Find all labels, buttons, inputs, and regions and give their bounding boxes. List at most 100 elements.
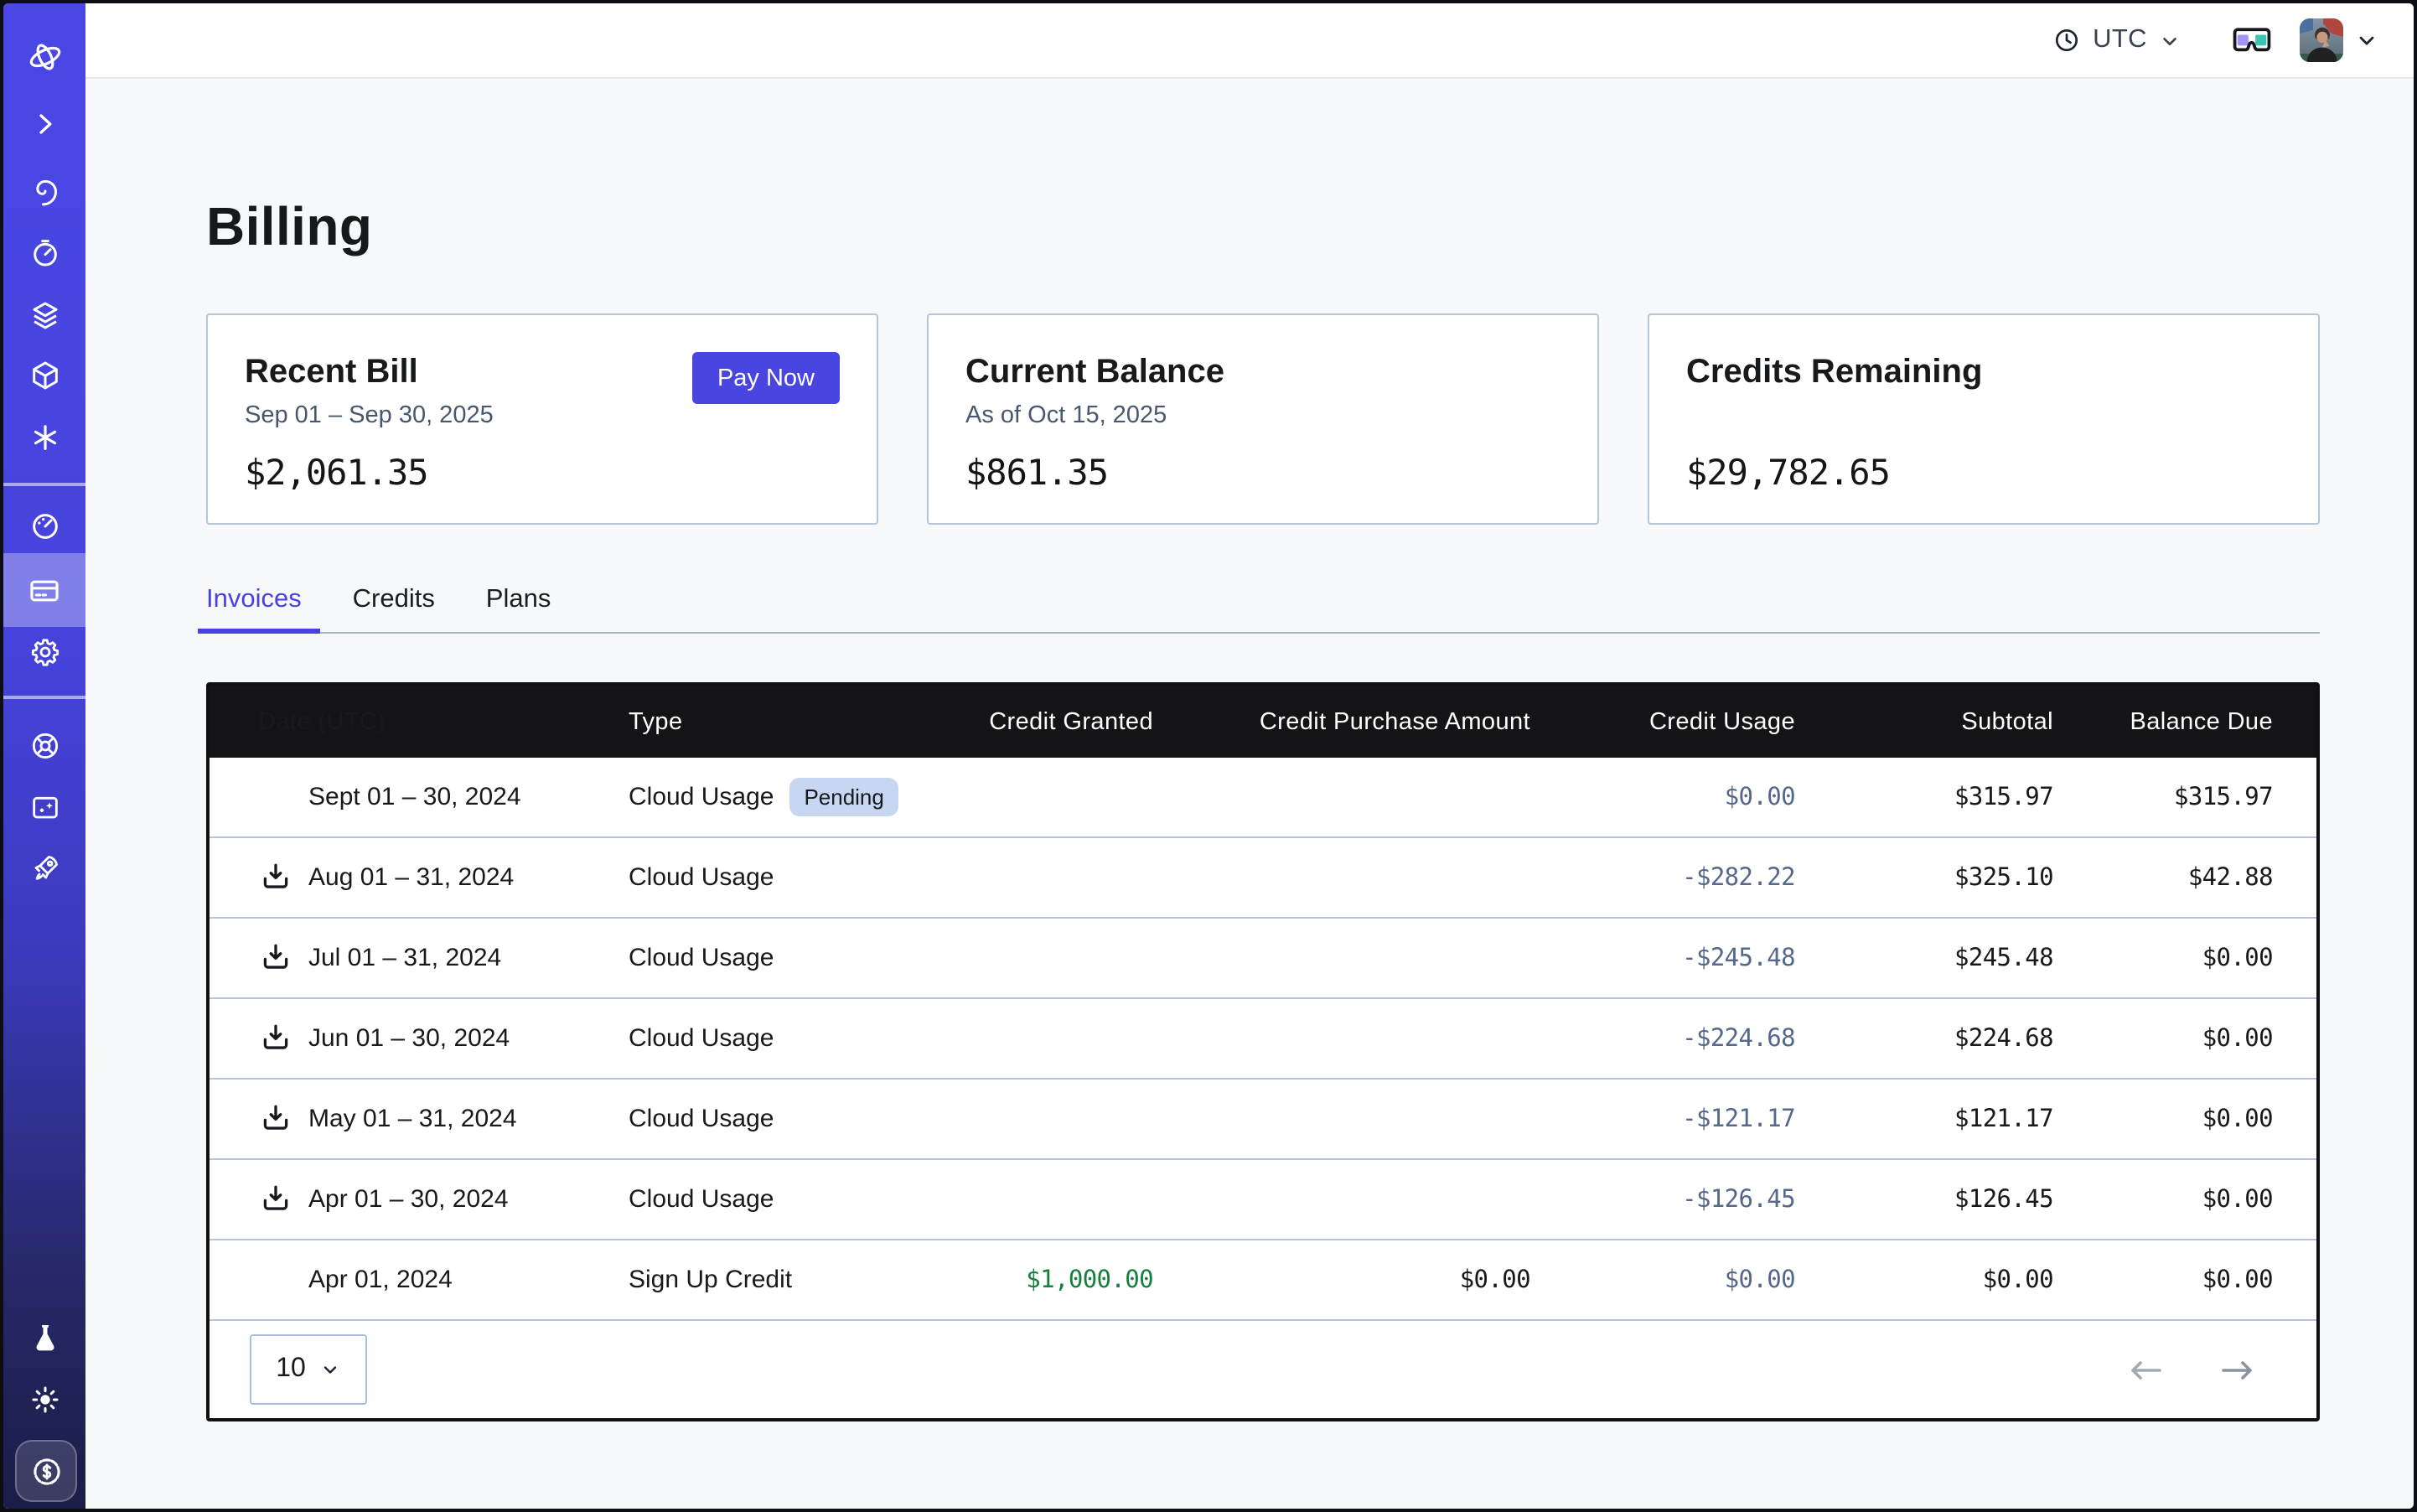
current-balance-card: Current Balance As of Oct 15, 2025 $861.… [927,313,1599,525]
invoice-type-label: Cloud Usage [629,1185,774,1214]
cell-credit-usage: $0.00 [1530,1266,1795,1293]
sidebar-item-docs[interactable] [3,779,85,836]
invoice-date-label: Jul 01 – 31, 2024 [308,944,501,972]
tab-invoices[interactable]: Invoices [206,585,302,634]
reader-mode-button[interactable] [2231,26,2273,54]
card-subtitle: As of Oct 15, 2025 [965,402,1560,434]
table-row: May 01 – 31, 2024 Cloud Usage -$121.17 $… [210,1080,2316,1160]
layers-icon [28,298,61,332]
download-icon [258,1021,293,1056]
download-invoice-button[interactable] [258,940,293,976]
download-invoice-button[interactable] [258,1021,293,1056]
account-menu-button[interactable] [2355,28,2378,52]
book-sparkles-icon [28,791,61,825]
arrow-right-icon [2219,1357,2256,1382]
page-size-value: 10 [276,1354,306,1385]
sidebar-item-timer[interactable] [3,225,85,282]
cell-subtotal: $126.45 [1795,1186,2053,1213]
sidebar-item-launch[interactable] [3,840,85,897]
cell-credit-usage: -$282.22 [1530,864,1795,891]
invoices-table: Date (UTC) Type Credit Granted Credit Pu… [206,682,2320,1421]
app-window: UTC [0,0,2417,1512]
cell-credit-granted: $1,000.00 [939,1266,1153,1293]
cell-balance-due: $315.97 [2053,784,2273,810]
cell-balance-due: $0.00 [2053,1186,2273,1213]
download-invoice-button[interactable] [258,1101,293,1137]
wheel-icon [28,729,61,763]
chevron-down-icon [2355,28,2378,52]
billing-tabs: Invoices Credits Plans [206,585,2320,634]
arrow-left-icon [2127,1357,2164,1382]
pay-now-button[interactable]: Pay Now [692,352,840,404]
column-header-date: Date (UTC) [210,708,629,735]
column-header-balance-due: Balance Due [2053,708,2273,735]
sidebar-item-layers[interactable] [3,287,85,344]
sidebar-item-usage[interactable] [3,498,85,555]
sidebar-item-cube[interactable] [3,347,85,404]
cell-credit-purchase: $0.00 [1153,1266,1530,1293]
card-subtitle: Sep 01 – Sep 30, 2025 [245,402,840,434]
invoice-date-label: Aug 01 – 31, 2024 [308,863,514,892]
spiral-icon [28,174,61,208]
sidebar-logo[interactable] [3,28,85,85]
sidebar-item-theme[interactable] [3,1371,85,1428]
sidebar-item-spiral[interactable] [3,163,85,220]
chevron-down-icon [321,1359,341,1380]
tab-credits[interactable]: Credits [353,585,435,634]
table-header-row: Date (UTC) Type Credit Granted Credit Pu… [210,686,2316,758]
asterisk-icon [28,421,61,454]
invoice-type-label: Cloud Usage [629,783,774,811]
sidebar-item-billing[interactable] [3,553,85,627]
credits-remaining-card: Credits Remaining $29,782.65 [1648,313,2320,525]
main-content: Billing Recent Bill Sep 01 – Sep 30, 202… [85,79,2414,1509]
card-subtitle [1686,402,2281,434]
cell-subtotal: $0.00 [1795,1266,2053,1293]
sidebar-item-asterisk[interactable] [3,409,85,466]
cell-subtotal: $315.97 [1795,784,2053,810]
credit-card-icon [27,572,62,608]
table-row: Sept 01 – 30, 2024 Cloud Usage Pending $… [210,758,2316,838]
avatar[interactable] [2300,18,2343,62]
cell-credit-usage: $0.00 [1530,784,1795,810]
recent-bill-amount: $2,061.35 [245,453,840,493]
download-icon [258,1182,293,1217]
column-header-credit-granted: Credit Granted [939,708,1153,735]
status-badge: Pending [789,778,898,816]
sidebar-item-credits[interactable] [15,1440,77,1502]
cell-balance-due: $0.00 [2053,945,2273,971]
download-icon [258,940,293,976]
card-title: Current Balance [965,350,1560,394]
cell-subtotal: $121.17 [1795,1106,2053,1132]
download-icon [258,860,293,895]
orbit-logo-icon [24,37,65,77]
cell-balance-due: $0.00 [2053,1025,2273,1052]
clock-icon [2051,25,2081,55]
column-header-credit-purchase: Credit Purchase Amount [1153,708,1530,735]
invoice-type-label: Sign Up Credit [629,1266,792,1294]
cell-credit-usage: -$224.68 [1530,1025,1795,1052]
next-page-button[interactable] [2219,1357,2256,1382]
sidebar-item-support[interactable] [3,717,85,774]
invoice-date-label: Apr 01, 2024 [308,1266,453,1294]
invoice-type-label: Cloud Usage [629,1024,774,1053]
topbar: UTC [85,3,2414,79]
download-icon [258,1101,293,1137]
flask-icon [28,1321,61,1354]
sidebar-item-console[interactable] [3,96,85,153]
download-invoice-button[interactable] [258,860,293,895]
sidebar-divider [3,696,85,699]
column-header-subtotal: Subtotal [1795,708,2053,735]
download-invoice-button[interactable] [258,1182,293,1217]
table-row: Apr 01, 2024 Sign Up Credit $1,000.00 $0… [210,1240,2316,1321]
page-title: Billing [206,191,2320,261]
card-title: Credits Remaining [1686,350,2281,394]
page-size-select[interactable]: 10 [250,1334,367,1405]
timezone-selector[interactable]: UTC [2051,25,2181,55]
previous-page-button[interactable] [2127,1357,2164,1382]
tab-plans[interactable]: Plans [486,585,551,634]
invoice-date-label: Jun 01 – 30, 2024 [308,1024,510,1053]
sidebar-item-labs[interactable] [3,1309,85,1366]
pagination-nav [2127,1357,2256,1382]
sidebar-item-settings[interactable] [3,624,85,681]
column-header-type: Type [629,708,939,735]
